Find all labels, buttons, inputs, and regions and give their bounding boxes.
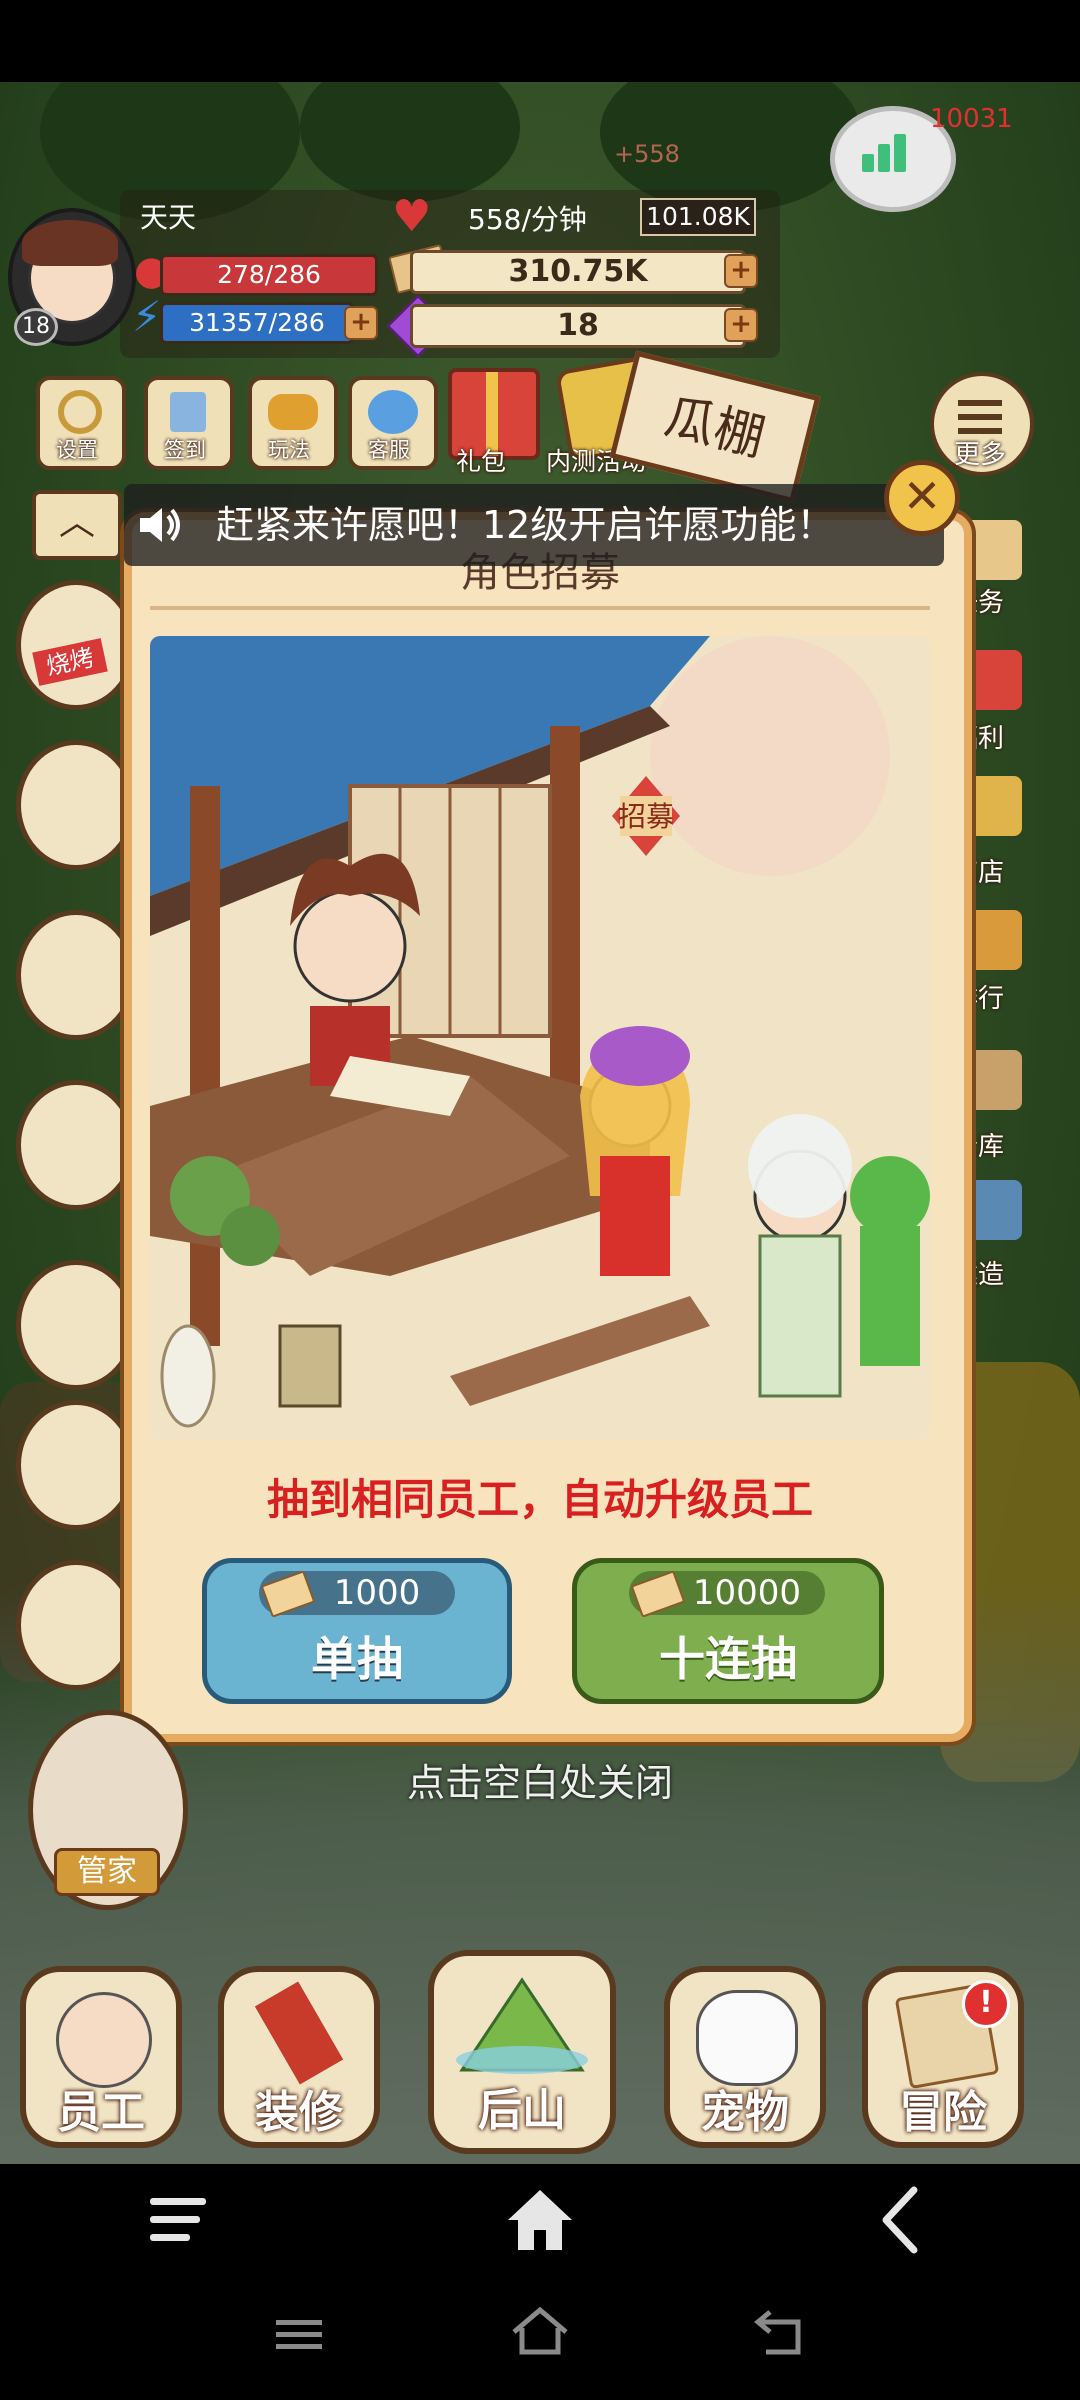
glove-icon[interactable]: [16, 910, 136, 1040]
staff-icon: [56, 1992, 152, 2088]
ten-draw-button[interactable]: 10000 十连抽: [572, 1558, 884, 1704]
recruit-scene-image: 招募: [150, 636, 930, 1440]
energy-plus-button[interactable]: +: [344, 306, 378, 340]
bbq-label: 烧烤: [32, 638, 108, 686]
floating-gain: +558: [614, 140, 680, 168]
dog-icon: [696, 1990, 798, 2086]
heart-icon: ♥: [392, 191, 432, 242]
secondary-back-icon[interactable]: [754, 2308, 810, 2358]
secondary-home-icon[interactable]: [510, 2306, 570, 2358]
menu-icon[interactable]: [146, 2190, 210, 2250]
nav-staff[interactable]: 员工: [20, 1966, 182, 2148]
service-label: 客服: [368, 438, 410, 462]
settings-label: 设置: [56, 438, 98, 462]
income-rate: 558/分钟: [468, 203, 587, 236]
recruit-illustration: 招募: [150, 636, 930, 1440]
income-total: 101.08K: [640, 198, 756, 236]
frog-character-icon[interactable]: [16, 1260, 136, 1390]
collapse-button[interactable]: ︿: [32, 490, 122, 560]
corn-plate-icon[interactable]: [16, 1080, 136, 1210]
corner-number: 10031: [930, 104, 1013, 134]
alert-badge-icon: !: [962, 1980, 1010, 2028]
gem-bar: 18: [410, 304, 746, 348]
flower-vase-icon[interactable]: [16, 740, 136, 870]
nav-back-mountain[interactable]: 后山: [428, 1950, 616, 2154]
nav-decorate[interactable]: 装修: [218, 1966, 380, 2148]
energy-bar: 31357/286: [160, 302, 354, 344]
gear-icon: [58, 390, 102, 434]
checkin-label: 签到: [164, 438, 206, 462]
home-icon[interactable]: [504, 2186, 576, 2254]
mountain-icon: [456, 1977, 588, 2074]
lightning-icon: ⚡: [132, 292, 162, 341]
bbq-shop-icon[interactable]: 烧烤: [16, 580, 136, 710]
notice-text: 赶紧来许愿吧！12级开启许愿功能！: [216, 503, 835, 547]
more-label: 更多: [954, 440, 1007, 470]
gem-plus-button[interactable]: +: [724, 308, 758, 342]
money-plus-button[interactable]: +: [724, 254, 758, 288]
paintbrush-icon: [254, 1981, 344, 2085]
boy-character-icon[interactable]: [16, 1400, 136, 1530]
signal-icon: [862, 128, 922, 172]
single-draw-label: 单抽: [311, 1632, 403, 1686]
single-draw-button[interactable]: 1000 单抽: [202, 1558, 512, 1704]
gamepad-icon: [268, 394, 318, 430]
gift-label: 礼包: [456, 447, 507, 476]
truck-icon[interactable]: [16, 1560, 136, 1690]
back-icon[interactable]: [878, 2186, 922, 2254]
close-button[interactable]: ✕: [884, 460, 960, 536]
ten-draw-label: 十连抽: [659, 1632, 797, 1686]
money-bar: 310.75K: [410, 250, 746, 294]
duplicate-upgrade-hint: 抽到相同员工，自动升级员工: [266, 1475, 813, 1524]
butler-label: 管家: [54, 1848, 160, 1896]
player-name: 天天: [140, 201, 197, 234]
health-bar: 278/286: [160, 254, 378, 296]
title-divider: [150, 606, 930, 610]
calendar-icon: [170, 392, 206, 432]
secondary-menu-icon[interactable]: [274, 2314, 324, 2354]
nav-pets[interactable]: 宠物: [664, 1966, 826, 2148]
level-badge: 18: [14, 308, 58, 346]
gameplay-label: 玩法: [268, 438, 310, 462]
avatar-hair: [22, 220, 118, 266]
speaker-icon: [140, 508, 180, 542]
headset-icon: [368, 390, 418, 434]
svg-text:招募: 招募: [618, 800, 674, 833]
